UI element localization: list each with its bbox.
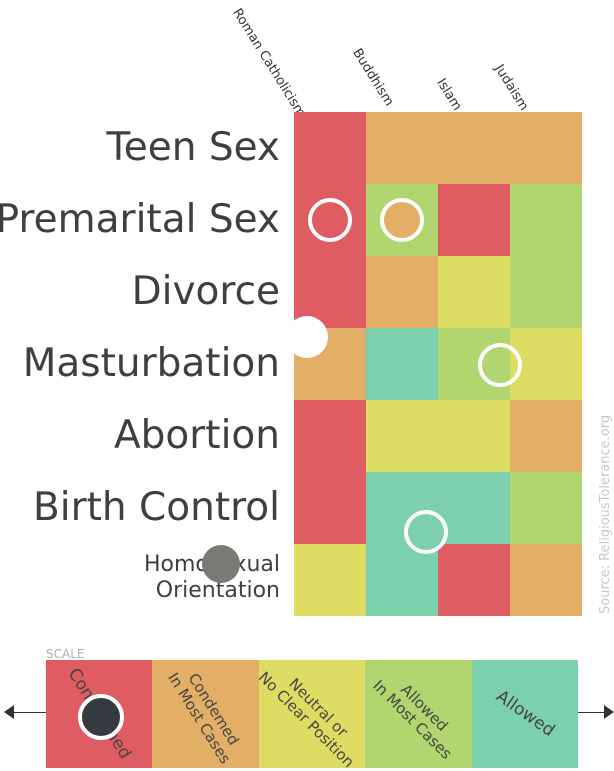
- column-header: Buddhism: [349, 46, 397, 110]
- scale-axis-line-left: [10, 712, 46, 713]
- heatmap-cell: [510, 472, 582, 544]
- scale-swatch: Allowed: [471, 660, 578, 768]
- heatmap-cell: [438, 256, 510, 328]
- marker-ring: [404, 510, 448, 554]
- heatmap-cell: [510, 544, 582, 616]
- marker-ring: [78, 694, 124, 740]
- scale-swatch: Allowed In Most Cases: [365, 660, 472, 768]
- heatmap-cell: [366, 400, 438, 472]
- scale-label: Allowed In Most Cases: [370, 665, 467, 763]
- heatmap-cell: [438, 112, 510, 184]
- marker-ring: [308, 198, 352, 242]
- heatmap-cell: [366, 112, 438, 184]
- heatmap-cell: [510, 400, 582, 472]
- heatmap-cell: [438, 544, 510, 616]
- heatmap-cell: [366, 544, 438, 616]
- marker-ring: [380, 198, 424, 242]
- row-label: Teen Sex: [106, 125, 280, 170]
- row-label: Masturbation: [22, 341, 280, 386]
- heatmap-cell: [294, 400, 366, 472]
- scale-label: Neutral or No Clear Position: [255, 657, 369, 771]
- heatmap-cell: [366, 256, 438, 328]
- scale-label: Allowed: [492, 686, 559, 741]
- column-header: Islam: [433, 76, 465, 114]
- row-label: Divorce: [131, 269, 280, 314]
- heatmap-cell: [438, 472, 510, 544]
- scale-label: Condemed In Most Cases: [164, 661, 248, 767]
- scale-swatch: Neutral or No Clear Position: [255, 660, 366, 771]
- heatmap-cell: [510, 256, 582, 328]
- heatmap-cell: [294, 112, 366, 184]
- row-label: Premarital Sex: [0, 197, 280, 242]
- marker-dot: [202, 545, 240, 583]
- heatmap-cell: [366, 328, 438, 400]
- column-header: Judaism: [491, 62, 532, 114]
- heatmap-cell: [294, 544, 366, 616]
- column-header: Roman Catholicism: [229, 6, 309, 121]
- scale-arrow-right-icon: [604, 705, 614, 719]
- scale-label-line: Allowed: [492, 686, 559, 741]
- row-label: Birth Control: [32, 485, 280, 530]
- marker-ring: [478, 343, 522, 387]
- heatmap-cell: [438, 184, 510, 256]
- scale-arrow-left-icon: [4, 705, 14, 719]
- row-label: Abortion: [113, 413, 280, 458]
- scale-swatch: Condemed In Most Cases: [152, 660, 259, 768]
- scale-axis-line-right: [578, 712, 606, 713]
- heatmap-cell: [294, 472, 366, 544]
- heatmap-cell: [510, 112, 582, 184]
- marker-dot: [286, 316, 328, 358]
- heatmap-cell: [438, 400, 510, 472]
- row-label-line: Orientation: [155, 578, 280, 603]
- source-credit: Source: ReligiousTolerance.org: [598, 414, 613, 614]
- scale-title: SCALE: [46, 647, 85, 661]
- heatmap-cell: [510, 184, 582, 256]
